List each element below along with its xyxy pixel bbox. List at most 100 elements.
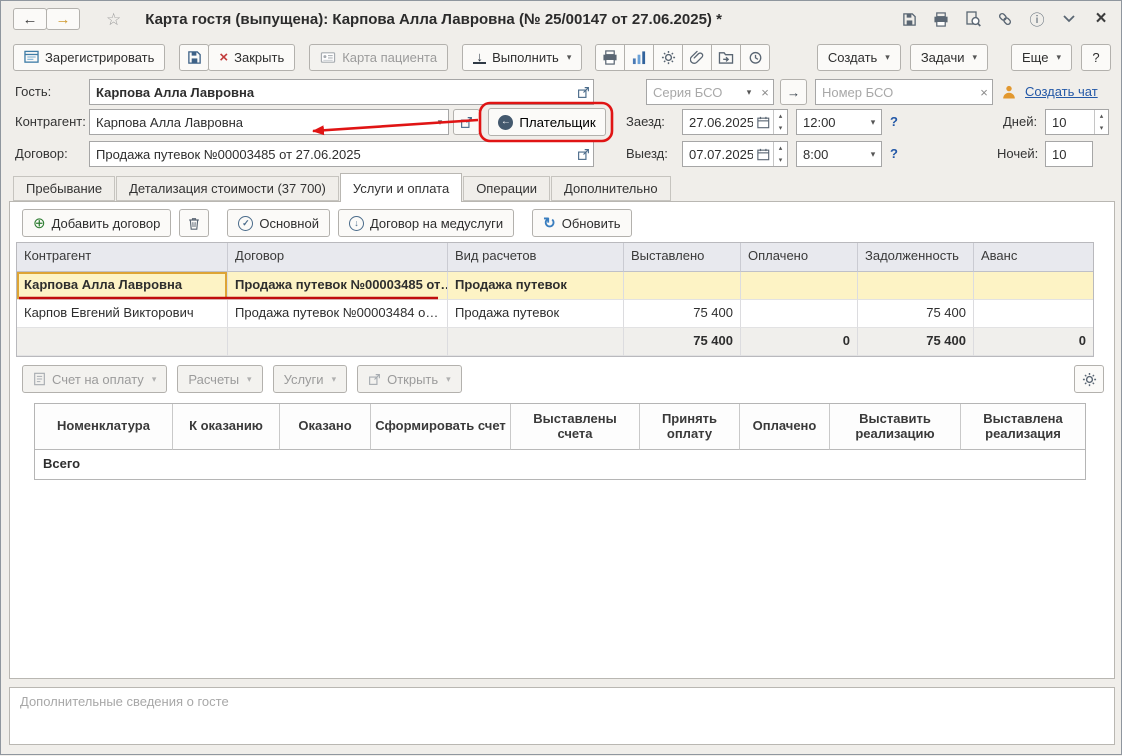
open-guest-icon[interactable] <box>573 80 593 104</box>
calendar-icon[interactable] <box>753 110 773 134</box>
checkout-date-input[interactable] <box>683 142 753 166</box>
add-contract-button[interactable]: ⊕ Добавить договор <box>22 209 171 237</box>
guest-input[interactable] <box>90 80 573 104</box>
spinner-up-icon[interactable]: ▴ <box>774 110 787 122</box>
column-header[interactable]: Договор <box>228 243 448 272</box>
column-header[interactable]: Номенклатура <box>35 404 173 450</box>
med-contract-button[interactable]: ↓ Договор на медуслуги <box>338 209 514 237</box>
counterparty-caret-icon[interactable]: ▾ <box>432 110 448 134</box>
favorite-star-icon[interactable]: ☆ <box>106 11 121 28</box>
column-header[interactable]: Выставлено <box>624 243 741 272</box>
table-cell-contract[interactable]: Продажа путевок №00003484 о… <box>228 300 448 328</box>
invoice-button[interactable]: Счет на оплату ▾ <box>22 365 167 393</box>
fill-bso-button[interactable]: → <box>780 79 807 105</box>
table-settings-button[interactable] <box>1074 365 1104 393</box>
table-cell-counterparty[interactable]: Карпов Евгений Викторович <box>17 300 228 328</box>
link-icon[interactable] <box>995 9 1015 29</box>
checkin-help-icon[interactable]: ? <box>890 109 898 135</box>
history-button[interactable] <box>740 44 770 71</box>
patient-card-button[interactable]: Карта пациента <box>309 44 448 71</box>
bso-number-input[interactable] <box>816 80 976 104</box>
execute-button[interactable]: ↓ Выполнить ▾ <box>462 44 582 71</box>
forward-button[interactable]: → <box>46 8 80 30</box>
table-cell-counterparty[interactable]: Карпова Алла Лавровна <box>17 272 228 300</box>
checkout-time-input[interactable] <box>797 142 865 166</box>
table-cell-billed[interactable] <box>624 272 741 300</box>
checkin-time-input[interactable] <box>797 110 865 134</box>
nights-input[interactable] <box>1046 142 1092 166</box>
table-cell-advance[interactable] <box>974 272 1093 300</box>
reports-chart-button[interactable] <box>624 44 654 71</box>
table-cell-paid[interactable] <box>741 300 858 328</box>
back-button[interactable]: ← <box>13 8 47 30</box>
column-header[interactable]: Вид расчетов <box>448 243 624 272</box>
contract-input[interactable] <box>90 142 573 166</box>
column-header[interactable]: Контрагент <box>17 243 228 272</box>
column-header[interactable]: Выставлены счета <box>511 404 640 450</box>
column-header[interactable]: Сформировать счет <box>371 404 511 450</box>
calculations-button[interactable]: Расчеты ▾ <box>177 365 262 393</box>
tab-operacii[interactable]: Операции <box>463 176 550 201</box>
table-cell-debt[interactable] <box>858 272 974 300</box>
column-header[interactable]: Оплачено <box>741 243 858 272</box>
checkin-date-spinner[interactable]: ▴ ▾ <box>773 110 787 134</box>
checkin-date-input[interactable] <box>683 110 753 134</box>
bso-series-input[interactable] <box>647 80 741 104</box>
open-contract-icon[interactable] <box>573 142 593 166</box>
search-document-icon[interactable] <box>963 9 983 29</box>
column-header[interactable]: Принять оплату <box>640 404 740 450</box>
table-cell-advance[interactable] <box>974 300 1093 328</box>
bso-number-clear-icon[interactable]: × <box>976 80 992 104</box>
column-header[interactable]: Задолженность <box>858 243 974 272</box>
create-chat-link[interactable]: Создать чат <box>1025 79 1098 105</box>
print-button[interactable] <box>595 44 625 71</box>
close-button[interactable]: × Закрыть <box>208 44 295 71</box>
main-contract-button[interactable]: ✓ Основной <box>227 209 330 237</box>
tab-detalizaciya-stoimosti[interactable]: Детализация стоимости (37 700) <box>116 176 339 201</box>
export-folder-button[interactable] <box>711 44 741 71</box>
spinner-down-icon[interactable]: ▾ <box>1095 122 1108 134</box>
counterparty-input[interactable] <box>90 110 432 134</box>
column-header[interactable]: К оказанию <box>173 404 280 450</box>
open-counterparty-button[interactable] <box>453 109 480 135</box>
tab-uslugi-i-oplata[interactable]: Услуги и оплата <box>340 173 462 202</box>
spinner-up-icon[interactable]: ▴ <box>774 142 787 154</box>
days-spinner[interactable]: ▴ ▾ <box>1094 110 1108 134</box>
guest-notes-textarea[interactable] <box>9 687 1115 745</box>
table-cell-calc-type[interactable]: Продажа путевок <box>448 272 624 300</box>
column-header[interactable]: Оплачено <box>740 404 830 450</box>
close-window-icon[interactable]: × <box>1091 9 1111 29</box>
column-header[interactable]: Оказано <box>280 404 371 450</box>
table-cell-billed[interactable]: 75 400 <box>624 300 741 328</box>
calendar-icon[interactable] <box>753 142 773 166</box>
save-icon[interactable] <box>899 9 919 29</box>
column-header[interactable]: Выставить реализацию <box>830 404 961 450</box>
table-cell-calc-type[interactable]: Продажа путевок <box>448 300 624 328</box>
settings-gears-button[interactable] <box>653 44 683 71</box>
checkin-time-caret-icon[interactable]: ▾ <box>865 110 881 134</box>
info-icon[interactable]: ⓘ <box>1027 9 1047 29</box>
checkout-date-spinner[interactable]: ▴ ▾ <box>773 142 787 166</box>
collapse-chevron-icon[interactable] <box>1059 9 1079 29</box>
spinner-down-icon[interactable]: ▾ <box>774 122 787 134</box>
column-header[interactable]: Выставлена реализация <box>961 404 1085 450</box>
refresh-button[interactable]: ↻ Обновить <box>532 209 631 237</box>
checkout-time-caret-icon[interactable]: ▾ <box>865 142 881 166</box>
bso-series-caret-icon[interactable]: ▾ <box>741 80 757 104</box>
more-button[interactable]: Еще ▾ <box>1011 44 1072 71</box>
help-button[interactable]: ? <box>1081 44 1111 71</box>
open-button[interactable]: Открыть ▾ <box>357 365 462 393</box>
checkout-help-icon[interactable]: ? <box>890 141 898 167</box>
register-button[interactable]: Зарегистрировать <box>13 44 165 71</box>
spinner-up-icon[interactable]: ▴ <box>1095 110 1108 122</box>
create-button[interactable]: Создать ▾ <box>817 44 901 71</box>
tasks-button[interactable]: Задачи ▾ <box>910 44 988 71</box>
table-cell-paid[interactable] <box>741 272 858 300</box>
services-button[interactable]: Услуги ▾ <box>273 365 348 393</box>
table-cell-debt[interactable]: 75 400 <box>858 300 974 328</box>
table-cell-contract[interactable]: Продажа путевок №00003485 от… <box>228 272 448 300</box>
payer-button[interactable]: ← Плательщик <box>488 108 606 136</box>
days-input[interactable] <box>1046 110 1094 134</box>
bso-series-clear-icon[interactable]: × <box>757 80 773 104</box>
tab-prebyvanie[interactable]: Пребывание <box>13 176 115 201</box>
